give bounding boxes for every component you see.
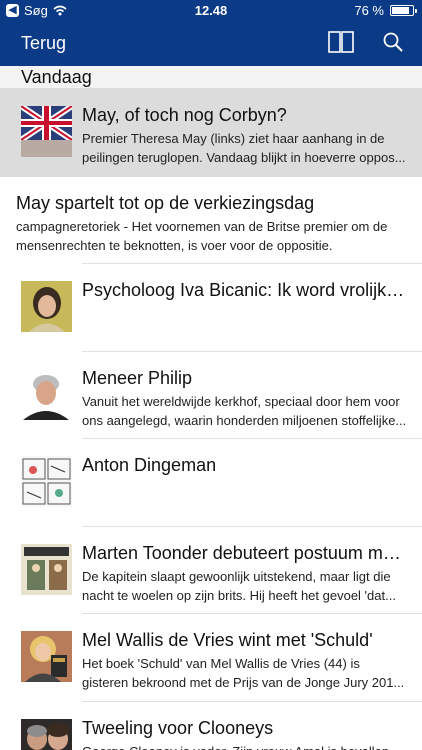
article-item[interactable]: Psycholoog Iva Bicanic: Ik word vrolijk … — [0, 264, 422, 352]
navigation-bar: Terug — [0, 22, 422, 66]
article-title: Marten Toonder debuteert postuum me... — [82, 543, 407, 563]
article-summary: De kapitein slaapt gewoonlijk uitstekend… — [82, 569, 396, 603]
article-item[interactable]: Mel Wallis de Vries wint met 'Schuld' He… — [0, 614, 422, 702]
article-title: Anton Dingeman — [82, 455, 217, 475]
battery-percentage: 76 % — [354, 3, 384, 18]
status-bar: ◀ Søg 12.48 76 % — [0, 0, 422, 22]
article-thumbnail — [21, 281, 72, 332]
article-summary: Premier Theresa May (links) ziet haar aa… — [82, 131, 406, 165]
back-button[interactable]: Terug — [21, 33, 66, 54]
section-header: Vandaag — [0, 66, 422, 89]
article-title: Tweeling voor Clooneys — [82, 718, 274, 738]
article-title: Psycholoog Iva Bicanic: Ik word vrolijk … — [82, 280, 407, 300]
article-thumbnail — [21, 544, 72, 595]
section-title: Vandaag — [21, 67, 92, 87]
article-thumbnail — [21, 631, 72, 682]
article-thumbnail — [21, 369, 72, 420]
article-summary: Vanuit het wereldwijde kerkhof, speciaal… — [82, 394, 407, 428]
article-title: May, of toch nog Corbyn? — [82, 105, 287, 125]
status-right: 76 % — [354, 3, 417, 18]
search-icon[interactable] — [382, 31, 404, 53]
article-item[interactable]: May spartelt tot op de verkiezingsdag ca… — [0, 177, 422, 264]
article-summary: George Clooney is vader. Zijn vrouw Amal… — [82, 742, 407, 750]
article-title: May spartelt tot op de verkiezingsdag — [16, 193, 315, 213]
article-title: Mel Wallis de Vries wint met 'Schuld' — [82, 630, 373, 650]
article-summary: campagneretoriek - Het voornemen van de … — [16, 219, 388, 253]
article-item[interactable]: Anton Dingeman — [0, 439, 422, 527]
article-thumbnail — [21, 456, 72, 507]
book-icon[interactable] — [328, 31, 354, 53]
article-title: Meneer Philip — [82, 368, 193, 388]
article-item[interactable]: Marten Toonder debuteert postuum me... D… — [0, 527, 422, 614]
article-summary: Het boek 'Schuld' van Mel Wallis de Vrie… — [82, 656, 405, 690]
article-thumbnail — [21, 719, 72, 750]
article-thumbnail — [21, 106, 72, 157]
article-item[interactable]: May, of toch nog Corbyn? Premier Theresa… — [0, 89, 422, 177]
article-item[interactable]: Meneer Philip Vanuit het wereldwijde ker… — [0, 352, 422, 439]
battery-icon — [390, 5, 417, 16]
article-item[interactable]: Tweeling voor Clooneys George Clooney is… — [0, 702, 422, 750]
